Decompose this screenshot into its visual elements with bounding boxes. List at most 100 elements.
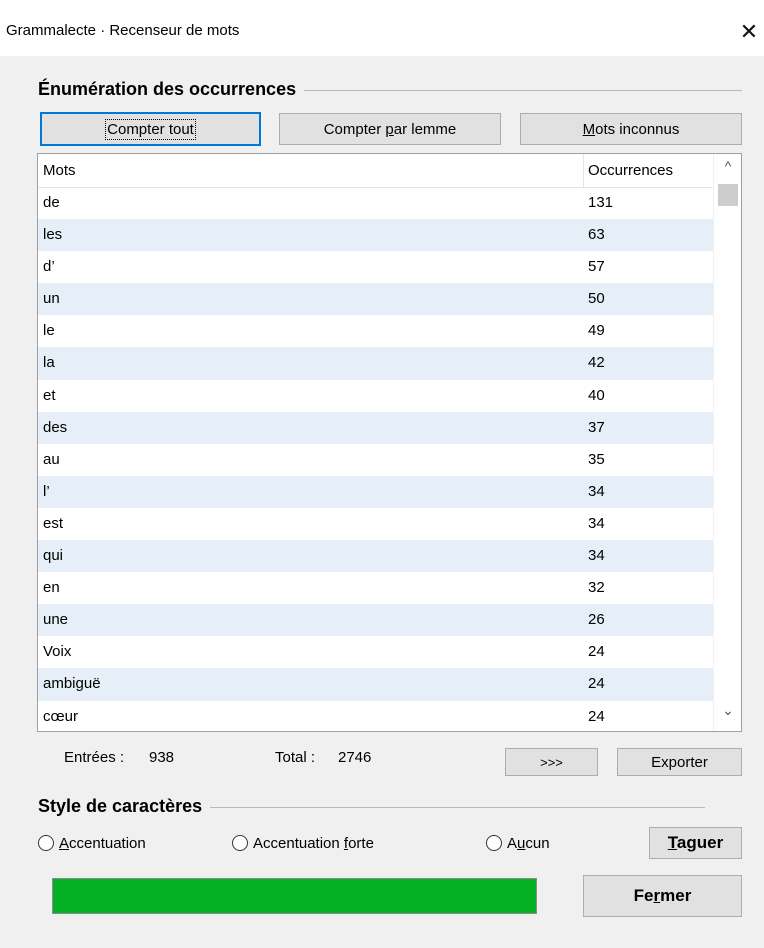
label-part: mer <box>660 886 692 905</box>
cell-word: un <box>43 290 60 308</box>
enumeration-section-title: Énumération des occurrences <box>38 79 305 100</box>
radio-circle[interactable] <box>232 835 248 851</box>
label-part: cun <box>525 834 550 852</box>
label-part: Compter <box>323 120 386 138</box>
cell-word: la <box>43 354 55 372</box>
progress-bar <box>52 878 537 914</box>
radio-circle[interactable] <box>38 835 54 851</box>
cell-word: au <box>43 450 60 468</box>
radio-label: Accentuation forte <box>253 835 374 852</box>
cell-occurrences: 131 <box>588 194 614 211</box>
cell-occurrences: 34 <box>588 482 605 500</box>
label-part: Fe <box>633 886 654 905</box>
access-key: A <box>59 834 70 852</box>
count-all-button[interactable]: Compter tout <box>40 112 261 146</box>
style-section-title: Style de caractères <box>38 796 211 817</box>
column-header-words[interactable]: Mots <box>43 162 76 179</box>
table-row[interactable]: les 63 <box>38 219 713 252</box>
close-button[interactable]: Fermer <box>583 875 742 917</box>
cell-occurrences: 40 <box>588 386 605 404</box>
label-part: orte <box>348 834 374 852</box>
table-row[interactable]: une 26 <box>38 604 713 637</box>
table-row[interactable]: et 40 <box>38 380 713 412</box>
cell-word: le <box>43 322 55 340</box>
column-separator[interactable] <box>583 154 584 187</box>
more-button[interactable]: >>> <box>505 748 598 776</box>
radio-aucun[interactable]: Aucun <box>486 832 550 854</box>
cell-word: une <box>43 611 69 629</box>
unknown-words-label: Mots inconnus <box>583 121 680 138</box>
total-label: Total : <box>275 749 316 766</box>
count-by-lemma-label: Compter par lemme <box>324 121 457 138</box>
scroll-thumb[interactable] <box>718 184 738 206</box>
tag-label: Taguer <box>668 833 723 852</box>
cell-word: cœur <box>43 707 78 725</box>
radio-accentuation[interactable]: Accentuation <box>38 832 146 854</box>
close-label: Fermer <box>634 886 692 905</box>
cell-word: et <box>43 386 56 404</box>
table-row[interactable]: cœur 24 <box>38 701 713 732</box>
cell-word: des <box>43 418 68 436</box>
table-header: Mots Occurrences <box>38 154 713 188</box>
table-body: de 131 les 63 d’ 57 un 50 le 49 la 42 et 40 des 37 au 35 l… <box>38 187 713 732</box>
radio-label: Accentuation <box>59 835 146 852</box>
label-part: ots inconnus <box>595 120 680 138</box>
cell-occurrences: 42 <box>588 354 605 372</box>
table-row[interactable]: est 34 <box>38 508 713 540</box>
scroll-up-icon[interactable]: ^ <box>714 158 741 186</box>
cell-occurrences: 24 <box>588 675 605 693</box>
cell-word: de <box>43 194 60 211</box>
table-row[interactable]: le 49 <box>38 315 713 347</box>
table-row[interactable]: de 131 <box>38 187 713 219</box>
tag-button[interactable]: Taguer <box>649 827 742 859</box>
cell-occurrences: 34 <box>588 514 605 532</box>
cell-word: ambiguë <box>43 675 101 693</box>
cell-occurrences: 24 <box>588 643 605 661</box>
cell-occurrences: 35 <box>588 450 605 468</box>
entries-value: 938 <box>149 749 175 766</box>
access-key: T <box>667 833 677 852</box>
table-row[interactable]: l’ 34 <box>38 475 713 508</box>
count-by-lemma-button[interactable]: Compter par lemme <box>279 113 501 145</box>
table-row[interactable]: un 50 <box>38 283 713 316</box>
table-row[interactable]: qui 34 <box>38 540 713 573</box>
radio-circle[interactable] <box>486 835 502 851</box>
access-key: M <box>582 120 596 138</box>
cell-word: d’ <box>43 258 55 276</box>
radio-label: Aucun <box>507 835 550 852</box>
column-header-occurrences[interactable]: Occurrences <box>588 162 673 179</box>
cell-occurrences: 24 <box>588 707 605 725</box>
scroll-down-icon[interactable]: ⌄ <box>714 702 741 730</box>
label-part: A <box>507 834 518 852</box>
vertical-scrollbar[interactable]: ^ ⌄ <box>713 154 741 731</box>
label-part: Accentuation <box>253 834 344 852</box>
table-row[interactable]: la 42 <box>38 347 713 380</box>
title-bar: Grammalecte · Recenseur de mots ✕ <box>0 0 764 56</box>
table-row[interactable]: ambiguë 24 <box>38 668 713 701</box>
window-title: Grammalecte · Recenseur de mots <box>6 22 240 39</box>
table-row[interactable]: des 37 <box>38 411 713 444</box>
close-icon[interactable]: ✕ <box>734 15 764 49</box>
table-row[interactable]: au 35 <box>38 444 713 476</box>
cell-word: qui <box>43 547 64 565</box>
radio-accentuation-forte[interactable]: Accentuation forte <box>232 832 374 854</box>
cell-occurrences: 34 <box>588 547 605 565</box>
cell-occurrences: 50 <box>588 290 605 308</box>
cell-occurrences: 37 <box>588 418 605 436</box>
unknown-words-button[interactable]: Mots inconnus <box>520 113 742 145</box>
export-button[interactable]: Exporter <box>617 748 742 776</box>
count-all-label: Compter tout <box>105 118 196 140</box>
table-row[interactable]: Voix 24 <box>38 636 713 668</box>
label-part: aguer <box>676 833 724 852</box>
table-row[interactable]: en 32 <box>38 572 713 604</box>
cell-word: est <box>43 514 64 532</box>
cell-word: en <box>43 579 60 597</box>
cell-occurrences: 63 <box>588 226 605 244</box>
entries-label: Entrées : <box>64 749 125 766</box>
word-count-table[interactable]: Mots Occurrences de 131 les 63 d’ 57 un 50 le 49 l… <box>37 153 742 732</box>
cell-occurrences: 57 <box>588 258 605 276</box>
total-value: 2746 <box>338 749 372 766</box>
cell-occurrences: 26 <box>588 611 605 629</box>
table-row[interactable]: d’ 57 <box>38 251 713 283</box>
cell-word: l’ <box>43 482 50 500</box>
